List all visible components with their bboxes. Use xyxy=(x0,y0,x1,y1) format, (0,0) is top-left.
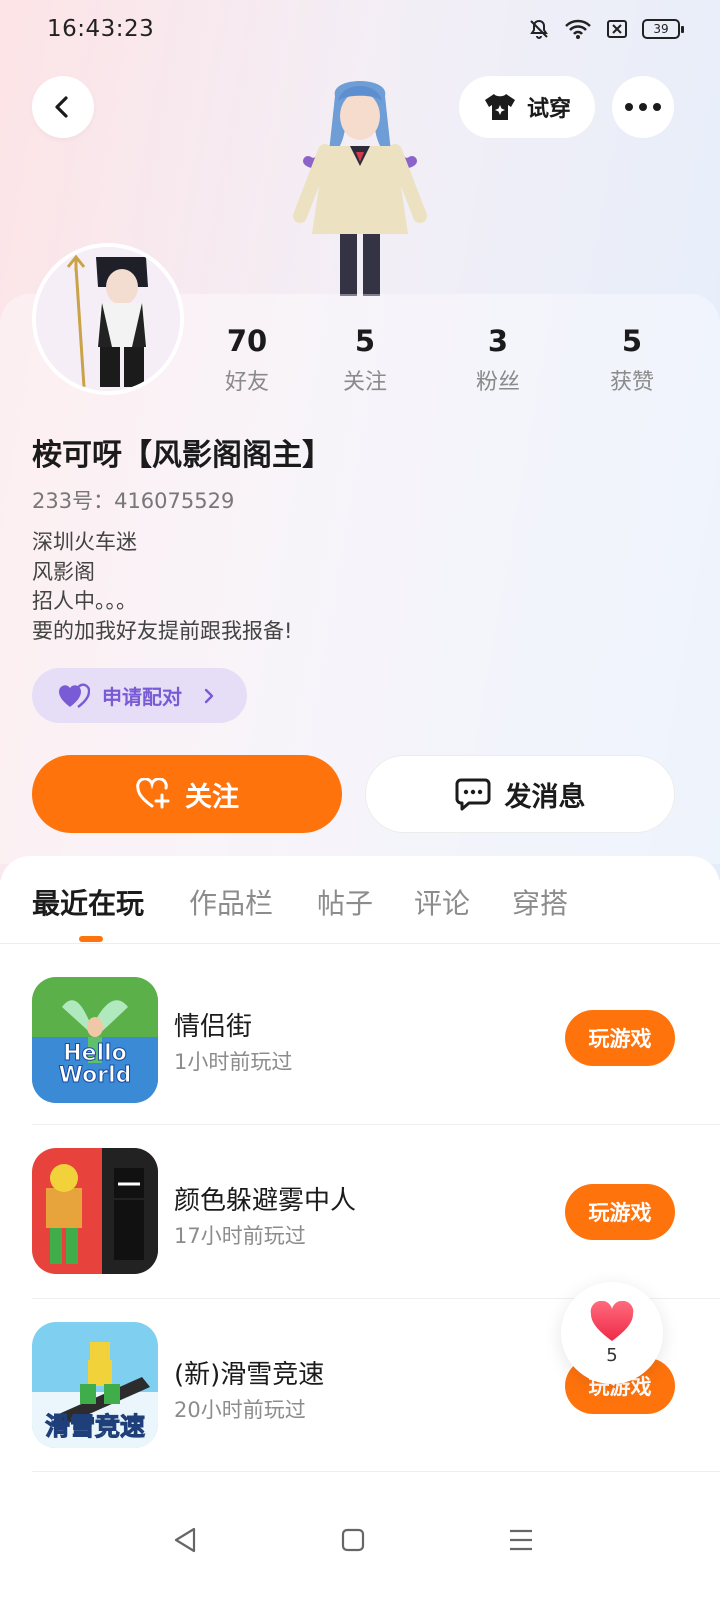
try-on-label: 试穿 xyxy=(526,97,571,122)
tab-works[interactable]: 作品栏 xyxy=(189,882,273,922)
game-thumbnail[interactable]: Hello World xyxy=(32,977,158,1103)
sim-icon xyxy=(606,19,628,39)
wifi-icon xyxy=(564,18,592,40)
request-pair-button[interactable]: 申请配对 xyxy=(32,668,247,723)
more-dot-icon xyxy=(625,103,633,111)
divider xyxy=(0,943,720,944)
chat-bubble-icon xyxy=(455,778,490,811)
send-message-button[interactable]: 发消息 xyxy=(365,755,675,833)
back-button[interactable] xyxy=(32,76,94,138)
battery-icon: 39 xyxy=(642,19,684,39)
stat-value: 70 xyxy=(226,324,268,358)
status-bar: 16:43:23 39 xyxy=(0,0,720,64)
triangle-back-icon xyxy=(174,1527,196,1553)
profile-stats: 70 好友 5 关注 3 粉丝 5 获赞 xyxy=(0,322,720,402)
stat-label: 获赞 xyxy=(609,370,654,395)
game-last-played: 1小时前玩过 xyxy=(174,1050,293,1074)
game-thumbnail[interactable] xyxy=(32,1148,158,1274)
game-last-played: 20小时前玩过 xyxy=(174,1398,306,1422)
stat-value: 5 xyxy=(354,324,376,358)
stat-value: 5 xyxy=(621,324,643,358)
try-on-button[interactable]: 试穿 xyxy=(459,76,595,138)
message-label: 发消息 xyxy=(504,781,586,813)
game-title: 颜色躲避雾中人 xyxy=(174,1186,357,1216)
nav-menu-button[interactable] xyxy=(491,1510,551,1570)
more-dot-icon xyxy=(639,103,647,111)
status-time: 16:43:23 xyxy=(47,16,155,42)
game-title: (新)滑雪竞速 xyxy=(174,1360,325,1390)
nav-back-button[interactable] xyxy=(155,1510,215,1570)
follow-label: 关注 xyxy=(185,781,239,813)
bio-line: 深圳火车迷 xyxy=(32,530,137,554)
double-heart-icon xyxy=(58,683,90,708)
tab-comments[interactable]: 评论 xyxy=(414,882,470,922)
follow-button[interactable]: 关注 xyxy=(32,755,342,833)
profile-nickname: 桉可呀【风影阁阁主】 xyxy=(32,438,332,473)
game-thumb-text: 滑雪竞速 xyxy=(44,1412,145,1441)
nav-home-button[interactable] xyxy=(323,1510,383,1570)
bio-line: 风影阁 xyxy=(32,559,95,584)
chevron-right-icon xyxy=(204,688,214,703)
game-title: 情侣街 xyxy=(174,1012,253,1042)
status-icons: 39 xyxy=(528,18,684,40)
stat-label: 好友 xyxy=(224,370,269,395)
square-home-icon xyxy=(341,1528,365,1552)
mute-bell-icon xyxy=(528,18,550,40)
like-count: 5 xyxy=(606,1344,618,1366)
stat-label: 粉丝 xyxy=(475,370,520,395)
chevron-left-icon xyxy=(55,96,68,118)
stat-followers[interactable]: 3 粉丝 xyxy=(443,322,553,396)
stat-value: 3 xyxy=(487,324,509,358)
stat-friends[interactable]: 70 好友 xyxy=(192,322,302,396)
bio-line: 要的加我好友提前跟我报备! xyxy=(32,618,293,643)
menu-icon xyxy=(510,1529,532,1551)
stat-likes[interactable]: 5 获赞 xyxy=(577,322,687,396)
shirt-icon xyxy=(484,94,515,120)
more-options-button[interactable] xyxy=(612,76,674,138)
tab-posts[interactable]: 帖子 xyxy=(317,882,373,922)
profile-tabs: 最近在玩 作品栏 帖子 评论 穿搭 xyxy=(0,876,720,942)
profile-uid: 233号：416075529 xyxy=(32,489,235,513)
stat-following[interactable]: 5 关注 xyxy=(310,322,420,396)
game-list-item[interactable]: Hello World 情侣街 1小时前玩过 玩游戏 xyxy=(0,948,720,1122)
bio-line: 招人中。。。 xyxy=(32,589,137,613)
tab-recently-played[interactable]: 最近在玩 xyxy=(32,882,144,922)
like-bubble-button[interactable]: 5 xyxy=(561,1282,663,1384)
heart-icon xyxy=(590,1300,634,1341)
game-thumb-text: Hello World xyxy=(58,1041,132,1088)
play-game-button[interactable]: 玩游戏 xyxy=(565,1010,675,1066)
pair-label: 申请配对 xyxy=(102,685,182,709)
more-dot-icon xyxy=(653,103,661,111)
play-game-button[interactable]: 玩游戏 xyxy=(565,1184,675,1240)
game-thumbnail[interactable]: 滑雪竞速 xyxy=(32,1322,158,1448)
avatar-3d-character xyxy=(280,66,440,296)
profile-bio: 深圳火车迷 风影阁 招人中。。。 要的加我好友提前跟我报备! xyxy=(32,528,292,646)
system-nav-bar xyxy=(0,1480,720,1600)
stat-label: 关注 xyxy=(342,370,387,395)
tab-outfits[interactable]: 穿搭 xyxy=(512,882,568,922)
heart-plus-icon xyxy=(136,778,170,809)
game-last-played: 17小时前玩过 xyxy=(174,1224,306,1248)
tab-indicator xyxy=(79,936,103,942)
game-list-item[interactable]: 颜色躲避雾中人 17小时前玩过 玩游戏 xyxy=(0,1124,720,1298)
divider xyxy=(32,1471,720,1472)
